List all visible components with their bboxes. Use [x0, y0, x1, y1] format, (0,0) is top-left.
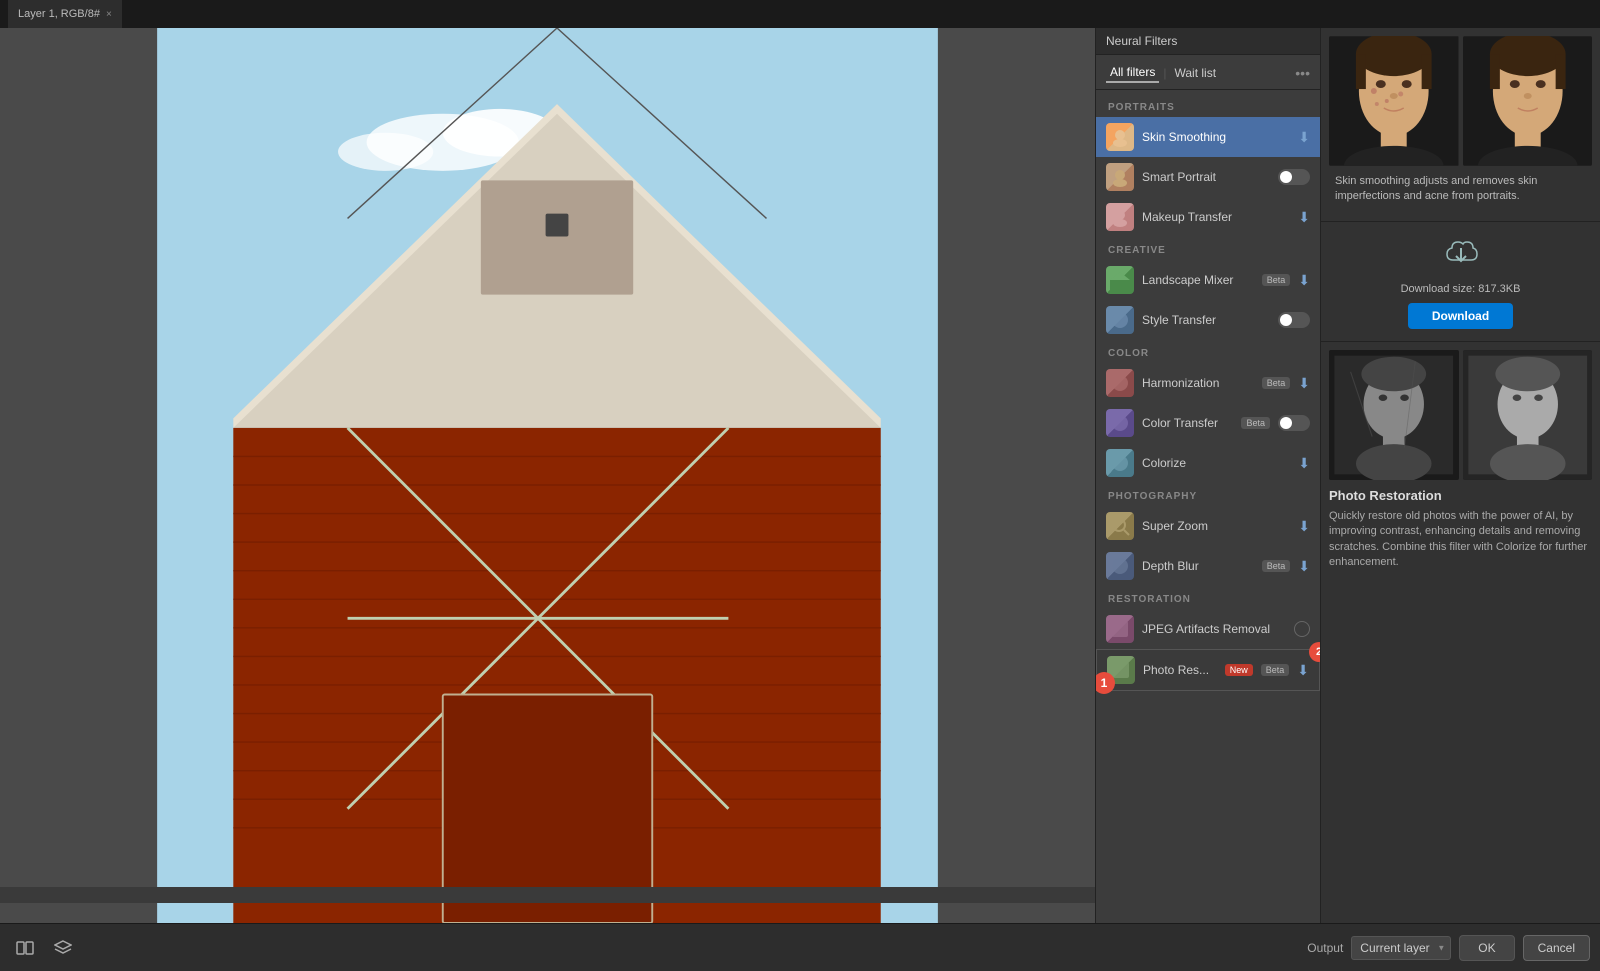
compare-icon[interactable] — [10, 933, 40, 963]
filter-makeup-transfer[interactable]: Makeup Transfer ⬇ — [1096, 197, 1320, 237]
jpeg-artifacts-label: JPEG Artifacts Removal — [1142, 622, 1286, 636]
color-transfer-toggle[interactable] — [1278, 415, 1310, 431]
bottom-bar: Output Current layer New layer Smart fil… — [0, 923, 1600, 971]
makeup-transfer-icon — [1106, 203, 1134, 231]
panel-tabs: All filters | Wait list ••• — [1096, 55, 1320, 90]
smart-portrait-icon — [1106, 163, 1134, 191]
photo-restoration-cloud-icon: ⬇ 2 — [1297, 662, 1309, 679]
step-badge-1: 1 — [1096, 672, 1115, 694]
super-zoom-label: Super Zoom — [1142, 519, 1290, 533]
tab-close-icon[interactable]: × — [106, 9, 112, 20]
makeup-transfer-cloud-icon: ⬇ — [1298, 209, 1310, 226]
section-restoration: RESTORATION — [1096, 586, 1320, 609]
smart-portrait-toggle[interactable] — [1278, 169, 1310, 185]
colorize-cloud-icon: ⬇ — [1298, 455, 1310, 472]
style-transfer-toggle[interactable] — [1278, 312, 1310, 328]
depth-blur-badge: Beta — [1262, 560, 1291, 572]
jpeg-artifacts-circle[interactable] — [1294, 621, 1310, 637]
filters-list: PORTRAITS Skin Smoothing ⬇ Smart Portrai… — [1096, 90, 1320, 923]
smart-portrait-label: Smart Portrait — [1142, 170, 1270, 184]
download-cloud-icon — [1443, 234, 1479, 277]
layers-icon[interactable] — [48, 933, 78, 963]
output-select[interactable]: Current layer New layer Smart filter — [1351, 936, 1451, 960]
depth-blur-cloud-icon: ⬇ — [1298, 558, 1310, 575]
right-panel: Skin smoothing adjusts and removes skin … — [1320, 28, 1600, 923]
jpeg-artifacts-icon — [1106, 615, 1134, 643]
color-transfer-label: Color Transfer — [1142, 416, 1233, 430]
skin-smoothing-cloud-icon: ⬇ — [1298, 129, 1310, 146]
depth-blur-icon — [1106, 552, 1134, 580]
skin-smoothing-label: Skin Smoothing — [1142, 130, 1290, 144]
landscape-mixer-cloud-icon: ⬇ — [1298, 272, 1310, 289]
top-bar: Layer 1, RGB/8# × — [0, 0, 1600, 28]
step-badge-2: 2 — [1309, 642, 1320, 662]
style-transfer-icon — [1106, 306, 1134, 334]
filter-description: Skin smoothing adjusts and removes skin … — [1329, 166, 1592, 213]
filter-colorize[interactable]: Colorize ⬇ — [1096, 443, 1320, 483]
section-portraits: PORTRAITS — [1096, 94, 1320, 117]
panel-more-options[interactable]: ••• — [1295, 65, 1310, 81]
harmonization-label: Harmonization — [1142, 376, 1254, 390]
lower-preview-before — [1329, 350, 1459, 480]
preview-section: Skin smoothing adjusts and removes skin … — [1321, 28, 1600, 222]
filter-color-transfer[interactable]: Color Transfer Beta — [1096, 403, 1320, 443]
landscape-mixer-badge: Beta — [1262, 274, 1291, 286]
output-label: Output — [1307, 941, 1343, 955]
super-zoom-cloud-icon: ⬇ — [1298, 518, 1310, 535]
main-area: Neural Filters All filters | Wait list •… — [0, 28, 1600, 923]
colorize-label: Colorize — [1142, 456, 1290, 470]
skin-smoothing-icon — [1106, 123, 1134, 151]
harmonization-icon — [1106, 369, 1134, 397]
section-photography: PHOTOGRAPHY — [1096, 483, 1320, 506]
lower-preview: Photo Restoration Quickly restore old ph… — [1321, 342, 1600, 923]
tab-all-filters[interactable]: All filters — [1106, 63, 1159, 83]
ok-button[interactable]: OK — [1459, 935, 1514, 961]
harmonization-badge: Beta — [1262, 377, 1291, 389]
document-tab[interactable]: Layer 1, RGB/8# × — [8, 0, 122, 28]
panel-title: Neural Filters — [1096, 28, 1320, 55]
depth-blur-label: Depth Blur — [1142, 559, 1254, 573]
canvas-area[interactable] — [0, 28, 1095, 923]
filter-super-zoom[interactable]: Super Zoom ⬇ — [1096, 506, 1320, 546]
neural-filters-panel: Neural Filters All filters | Wait list •… — [1095, 28, 1320, 923]
lower-preview-images — [1329, 350, 1592, 480]
makeup-transfer-label: Makeup Transfer — [1142, 210, 1290, 224]
lower-preview-after — [1463, 350, 1593, 480]
cancel-button[interactable]: Cancel — [1523, 935, 1590, 961]
filter-style-transfer[interactable]: Style Transfer — [1096, 300, 1320, 340]
filter-harmonization[interactable]: Harmonization Beta ⬇ — [1096, 363, 1320, 403]
tab-waitlist[interactable]: Wait list — [1170, 64, 1220, 82]
filter-photo-restoration[interactable]: 1 Photo Res... New Beta ⬇ 2 — [1096, 649, 1320, 691]
landscape-mixer-icon — [1106, 266, 1134, 294]
color-transfer-icon — [1106, 409, 1134, 437]
filter-jpeg-artifacts[interactable]: JPEG Artifacts Removal — [1096, 609, 1320, 649]
preview-after — [1463, 36, 1593, 166]
preview-images — [1329, 36, 1592, 166]
section-creative: CREATIVE — [1096, 237, 1320, 260]
photo-restoration-label: Photo Res... — [1143, 663, 1217, 677]
download-size-label: Download size: 817.3KB — [1401, 283, 1521, 295]
photo-restoration-beta-badge: Beta — [1261, 664, 1290, 676]
download-section: Download size: 817.3KB Download — [1321, 222, 1600, 342]
style-transfer-label: Style Transfer — [1142, 313, 1270, 327]
color-transfer-badge: Beta — [1241, 417, 1270, 429]
preview-before — [1329, 36, 1459, 166]
download-button[interactable]: Download — [1408, 303, 1513, 329]
canvas-scrollbar[interactable] — [0, 887, 1095, 903]
restoration-title: Photo Restoration — [1329, 488, 1592, 503]
landscape-mixer-label: Landscape Mixer — [1142, 273, 1254, 287]
tab-label: Layer 1, RGB/8# — [18, 8, 100, 20]
photo-restoration-new-badge: New — [1225, 664, 1253, 676]
super-zoom-icon — [1106, 512, 1134, 540]
section-color: COLOR — [1096, 340, 1320, 363]
filter-depth-blur[interactable]: Depth Blur Beta ⬇ — [1096, 546, 1320, 586]
output-select-wrapper[interactable]: Current layer New layer Smart filter — [1351, 936, 1451, 960]
filter-skin-smoothing[interactable]: Skin Smoothing ⬇ — [1096, 117, 1320, 157]
filter-landscape-mixer[interactable]: Landscape Mixer Beta ⬇ — [1096, 260, 1320, 300]
harmonization-cloud-icon: ⬇ — [1298, 375, 1310, 392]
colorize-icon — [1106, 449, 1134, 477]
filter-smart-portrait[interactable]: Smart Portrait — [1096, 157, 1320, 197]
restoration-description: Quickly restore old photos with the powe… — [1329, 509, 1592, 571]
